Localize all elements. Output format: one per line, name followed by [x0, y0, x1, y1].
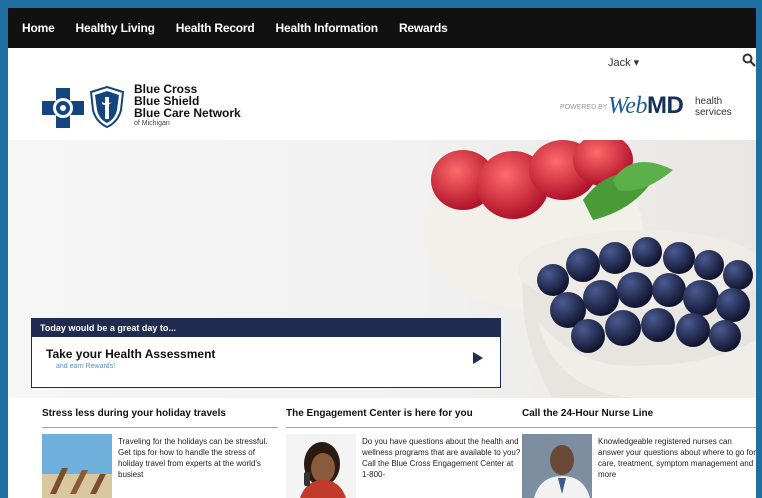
nav-home[interactable]: Home	[22, 21, 55, 35]
feature-body: Knowledgeable registered nurses can answ…	[598, 437, 756, 479]
divider	[286, 427, 522, 428]
divider	[42, 427, 278, 428]
nav-health-record[interactable]: Health Record	[176, 21, 255, 35]
feature-holiday-travel[interactable]: Stress less during your holiday travels …	[42, 408, 278, 498]
user-menu[interactable]: Jack ▾	[608, 56, 639, 69]
health-services-label: health services	[695, 96, 732, 118]
feature-nurse-line[interactable]: Call the 24-Hour Nurse Line Knowledgeabl…	[522, 408, 756, 498]
brand-line-3: Blue Care Network	[134, 106, 241, 120]
feature-title[interactable]: The Engagement Center is here for you	[286, 408, 522, 419]
nurse-photo	[522, 434, 592, 498]
beach-chairs-photo	[42, 434, 112, 498]
hero-banner: Today would be a great day to... Take yo…	[8, 140, 756, 398]
feature-title[interactable]: Call the 24-Hour Nurse Line	[522, 408, 756, 419]
feature-title[interactable]: Stress less during your holiday travels	[42, 408, 278, 419]
health-services-line-1: health	[695, 96, 723, 107]
page-frame: Home Healthy Living Health Record Health…	[8, 8, 756, 498]
feature-engagement-center[interactable]: The Engagement Center is here for you Do…	[286, 408, 522, 498]
nav-rewards[interactable]: Rewards	[399, 21, 448, 35]
brand-name: Blue Cross Blue Shield Blue Care Network…	[134, 83, 241, 128]
webmd-md-text: MD	[646, 92, 684, 119]
brand-line-4: of Michigan	[134, 120, 170, 127]
nav-healthy-living[interactable]: Healthy Living	[76, 21, 155, 35]
feature-body: Traveling for the holidays can be stress…	[118, 437, 268, 479]
play-arrow-icon[interactable]	[472, 351, 484, 365]
health-assessment-link[interactable]: Take your Health Assessment	[46, 347, 215, 361]
woman-on-phone-photo	[286, 434, 356, 498]
blue-shield-logo-icon[interactable]	[90, 86, 124, 128]
health-assessment-card[interactable]: Today would be a great day to... Take yo…	[31, 318, 501, 388]
feature-columns: Stress less during your holiday travels …	[8, 408, 756, 498]
nav-health-information[interactable]: Health Information	[276, 21, 379, 35]
banner-heading: Today would be a great day to...	[32, 319, 500, 337]
powered-by-label: POWERED BY	[560, 104, 608, 111]
health-services-line-2: services	[695, 107, 732, 118]
header: Jack ▾ Blue Cross Blue Shield Blue Care …	[8, 48, 756, 140]
blue-cross-logo-icon[interactable]	[42, 88, 84, 128]
divider	[522, 427, 756, 428]
webmd-logo: WebMD	[608, 92, 684, 120]
feature-body: Do you have questions about the health a…	[362, 437, 521, 479]
earn-rewards-text: and earn Rewards!	[56, 363, 116, 370]
search-icon[interactable]	[742, 53, 756, 67]
top-nav: Home Healthy Living Health Record Health…	[8, 8, 756, 48]
webmd-web-text: Web	[608, 93, 647, 119]
